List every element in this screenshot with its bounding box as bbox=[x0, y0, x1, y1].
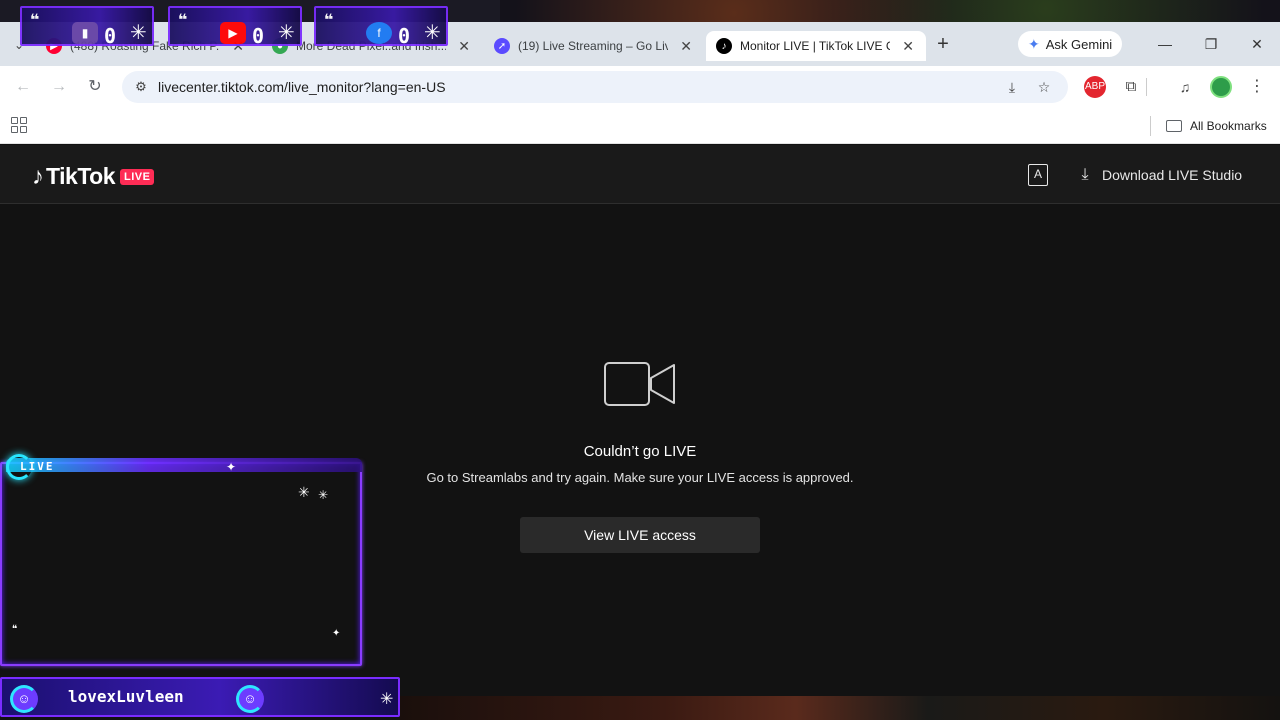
download-live-studio-label: Download LIVE Studio bbox=[1102, 167, 1243, 183]
restore-button[interactable]: ❐ bbox=[1196, 32, 1226, 56]
overlay-youtube-widget: ❝ ▶ 0 ✳ bbox=[168, 6, 302, 46]
overlay-facebook-widget: ❝ f 0 ✳ bbox=[314, 6, 448, 46]
ask-gemini-button[interactable]: ✦ Ask Gemini bbox=[1018, 31, 1123, 57]
new-tab-button[interactable]: + bbox=[932, 34, 954, 56]
tiktok-icon: ♪ bbox=[716, 38, 732, 54]
empty-state: Couldn’t go LIVE Go to Streamlabs and tr… bbox=[380, 360, 900, 553]
background-fireworks-bottom bbox=[400, 696, 1280, 720]
bookmark-star-icon[interactable]: ☆ bbox=[1034, 77, 1054, 97]
browser-toolbar: ← → ↻ ⚙ livecenter.tiktok.com/live_monit… bbox=[0, 66, 1280, 108]
profile-avatar[interactable] bbox=[1210, 76, 1232, 98]
toolbar-divider bbox=[1146, 78, 1147, 96]
close-tab-icon[interactable]: ✕ bbox=[456, 38, 472, 55]
extensions-puzzle-icon[interactable]: ⧉ bbox=[1120, 76, 1142, 98]
all-bookmarks-button[interactable]: All Bookmarks bbox=[1166, 116, 1267, 136]
ask-gemini-label: Ask Gemini bbox=[1045, 36, 1113, 52]
streamlabs-icon: ➚ bbox=[494, 38, 510, 54]
menu-kebab-icon[interactable]: ⋮ bbox=[1246, 76, 1268, 98]
adblock-plus-icon[interactable]: ABP bbox=[1084, 76, 1106, 98]
tab-live-streaming[interactable]: ➚ (19) Live Streaming – Go Live ✕ bbox=[484, 31, 704, 61]
close-tab-icon[interactable]: ✕ bbox=[678, 38, 694, 55]
reload-button[interactable]: ↻ bbox=[83, 76, 107, 98]
twitch-count: 0 bbox=[104, 24, 117, 46]
youtube-logo-icon: ▶ bbox=[220, 22, 246, 44]
empty-state-title: Couldn’t go LIVE bbox=[583, 443, 697, 460]
tab-title: (19) Live Streaming – Go Live bbox=[518, 39, 669, 53]
facebook-icon: f bbox=[366, 22, 392, 44]
close-window-button[interactable]: ✕ bbox=[1242, 32, 1272, 56]
tiktok-note-icon: ♪ bbox=[32, 162, 44, 190]
overlay-twitch-widget: ❝ ▮ 0 ✳ bbox=[20, 6, 154, 46]
bookmarks-bar: All Bookmarks bbox=[0, 108, 1280, 144]
forward-button[interactable]: → bbox=[47, 76, 71, 98]
sparkle-icon: ✳ bbox=[424, 22, 441, 44]
sparkle-icon: ✳ bbox=[278, 22, 295, 44]
empty-state-description: Go to Streamlabs and try again. Make sur… bbox=[426, 470, 854, 485]
tab-title: Monitor LIVE | TikTok LIVE Center bbox=[740, 39, 891, 53]
view-live-access-button[interactable]: View LIVE access bbox=[520, 517, 760, 553]
overlay-name-plate: ☺ lovexLuvleen ☺ ✳ bbox=[0, 677, 400, 717]
overlay-live-label: LIVE bbox=[20, 460, 55, 473]
sparkle-icon: ✦ bbox=[332, 628, 341, 639]
sparkle-icon: ✳ bbox=[130, 22, 147, 44]
user-avatar-icon: ☺ bbox=[236, 685, 264, 713]
camera-frame-topbar bbox=[6, 458, 362, 472]
back-button[interactable]: ← bbox=[11, 76, 35, 98]
overlay-username: lovexLuvleen bbox=[68, 687, 184, 706]
user-avatar-icon: ☺ bbox=[10, 685, 38, 713]
youtube-count: 0 bbox=[252, 24, 265, 46]
close-tab-icon[interactable]: ✕ bbox=[900, 38, 916, 55]
twitch-icon: ▮ bbox=[72, 22, 98, 44]
download-live-studio-button[interactable]: ⤓ Download LIVE Studio bbox=[1076, 164, 1242, 186]
gemini-icon: ✦ bbox=[1028, 35, 1040, 52]
url-text[interactable]: livecenter.tiktok.com/live_monitor?lang=… bbox=[158, 79, 446, 95]
sparkle-icon: ✳ bbox=[380, 691, 394, 708]
background-fireworks bbox=[500, 0, 1280, 22]
overlay-camera-frame: LIVE ✦ ✳ ✳ ✦ ❝ bbox=[0, 454, 364, 668]
sparkle-icon: ✳ bbox=[318, 488, 329, 502]
browser-tab-strip: ⌄ ▶ (488) Roasting Fake Rich P... ✕ ● Mo… bbox=[0, 0, 1280, 66]
live-badge: LIVE bbox=[120, 168, 155, 185]
bookmarks-divider bbox=[1150, 116, 1151, 136]
minimize-button[interactable]: — bbox=[1150, 32, 1180, 56]
tiktok-brand-text: TikTok bbox=[46, 163, 116, 189]
sparkle-icon: ✦ bbox=[226, 460, 237, 474]
language-icon[interactable]: A bbox=[1028, 164, 1048, 186]
site-info-icon[interactable]: ⚙ bbox=[126, 79, 156, 95]
tiktok-live-logo[interactable]: ♪ TikTok LIVE bbox=[32, 162, 155, 190]
address-bar[interactable]: ⚙ livecenter.tiktok.com/live_monitor?lan… bbox=[122, 71, 1068, 103]
tab-tiktok-monitor[interactable]: ♪ Monitor LIVE | TikTok LIVE Center ✕ bbox=[706, 31, 926, 61]
media-controls-icon[interactable]: ♫ bbox=[1174, 76, 1196, 98]
video-camera-icon bbox=[604, 362, 675, 406]
download-icon: ⤓ bbox=[1081, 166, 1089, 183]
quote-icon: ❝ bbox=[12, 624, 18, 635]
facebook-count: 0 bbox=[398, 24, 411, 46]
apps-grid-icon[interactable] bbox=[11, 117, 27, 133]
install-app-icon[interactable]: ⤓ bbox=[1002, 77, 1022, 97]
tiktok-header: ♪ TikTok LIVE A ⤓ Download LIVE Studio bbox=[0, 145, 1280, 204]
folder-icon bbox=[1166, 120, 1182, 132]
sparkle-icon: ✳ bbox=[298, 484, 310, 500]
all-bookmarks-label: All Bookmarks bbox=[1190, 119, 1267, 133]
